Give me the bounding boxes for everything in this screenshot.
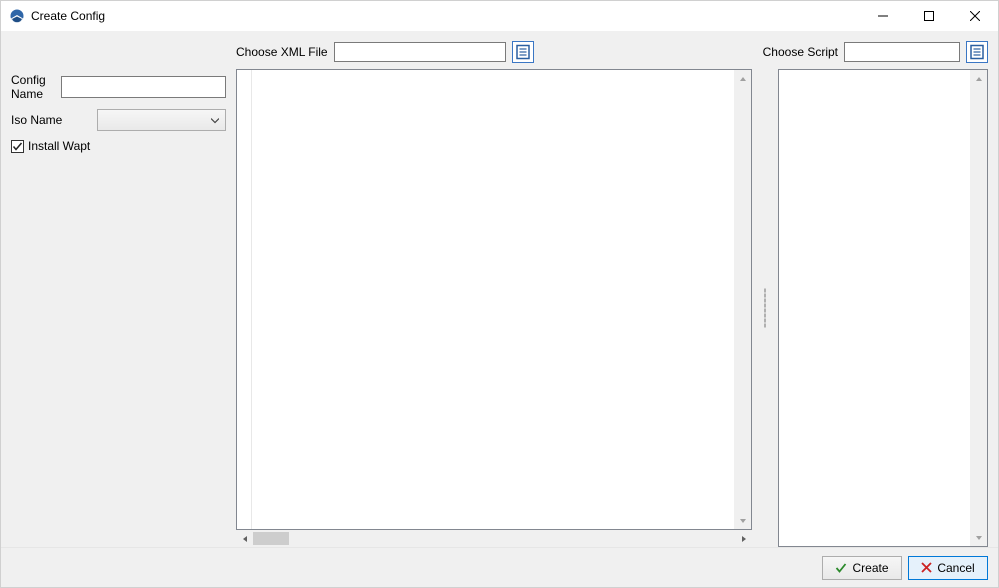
titlebar: Create Config — [1, 1, 998, 31]
cancel-button-label: Cancel — [937, 561, 974, 575]
document-icon — [969, 44, 985, 60]
maximize-button[interactable] — [906, 1, 952, 31]
xml-content-panel — [236, 69, 752, 547]
scroll-down-arrow[interactable] — [970, 529, 987, 546]
iso-name-label: Iso Name — [11, 113, 89, 127]
config-form: Config Name Iso Name Install W — [11, 69, 226, 547]
app-icon — [9, 8, 25, 24]
xml-chooser-group: Choose XML File — [236, 41, 534, 63]
install-wapt-row: Install Wapt — [11, 139, 226, 153]
create-button-label: Create — [852, 561, 888, 575]
window-title: Create Config — [31, 9, 860, 23]
window-controls — [860, 1, 998, 31]
content-area: Config Name Iso Name Install W — [1, 69, 998, 547]
script-input[interactable] — [844, 42, 960, 62]
xml-file-input[interactable] — [334, 42, 506, 62]
scroll-right-arrow[interactable] — [735, 530, 752, 547]
script-browse-button[interactable] — [966, 41, 988, 63]
scroll-track-horizontal[interactable] — [253, 530, 735, 547]
script-textarea[interactable] — [778, 69, 988, 547]
xml-file-label: Choose XML File — [236, 45, 328, 59]
horizontal-scrollbar[interactable] — [236, 530, 752, 547]
scroll-down-arrow[interactable] — [734, 512, 751, 529]
minimize-button[interactable] — [860, 1, 906, 31]
close-icon — [921, 562, 932, 573]
close-button[interactable] — [952, 1, 998, 31]
document-icon — [515, 44, 531, 60]
check-icon — [12, 141, 23, 152]
config-name-input[interactable] — [61, 76, 226, 98]
xml-textarea[interactable] — [236, 69, 752, 530]
iso-name-row: Iso Name — [11, 109, 226, 131]
splitter[interactable] — [762, 69, 768, 547]
create-config-window: Create Config Choose XML File — [0, 0, 999, 588]
scroll-up-arrow[interactable] — [734, 70, 751, 87]
cancel-button[interactable]: Cancel — [908, 556, 988, 580]
scroll-up-arrow[interactable] — [970, 70, 987, 87]
vertical-scrollbar[interactable] — [734, 70, 751, 529]
script-chooser-group: Choose Script — [763, 41, 988, 63]
install-wapt-checkbox[interactable] — [11, 140, 24, 153]
footer: Create Cancel — [1, 547, 998, 587]
config-name-label: Config Name — [11, 73, 53, 101]
file-chooser-row: Choose XML File Choose Script — [1, 31, 998, 69]
script-label: Choose Script — [763, 45, 838, 59]
chevron-down-icon — [211, 113, 219, 127]
vertical-scrollbar-right[interactable] — [970, 70, 987, 546]
config-name-row: Config Name — [11, 73, 226, 101]
script-content — [779, 70, 970, 546]
xml-browse-button[interactable] — [512, 41, 534, 63]
install-wapt-label: Install Wapt — [28, 139, 90, 153]
create-button[interactable]: Create — [822, 556, 902, 580]
iso-name-select[interactable] — [97, 109, 226, 131]
scroll-thumb-horizontal[interactable] — [253, 532, 289, 545]
check-icon — [835, 562, 847, 574]
scroll-left-arrow[interactable] — [236, 530, 253, 547]
